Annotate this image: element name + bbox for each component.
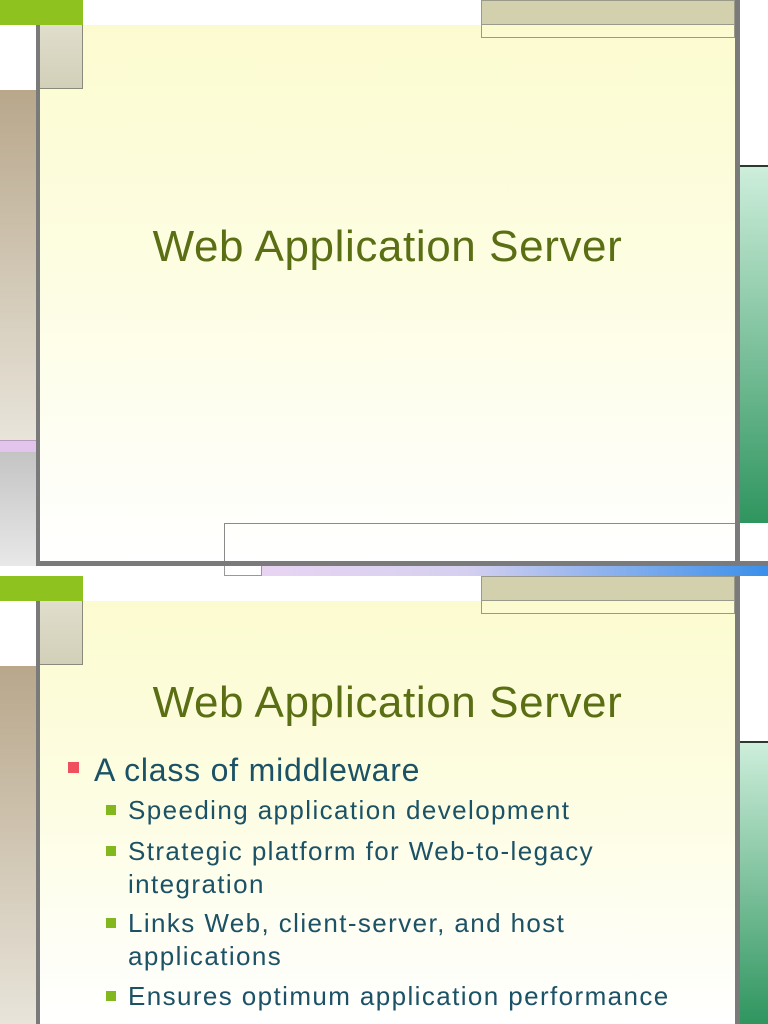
left-accent-grey bbox=[0, 452, 36, 566]
corner-box bbox=[40, 25, 83, 89]
sub-bullet-line: applications bbox=[128, 941, 283, 971]
sub-bullet-item: Ensures optimum application performance bbox=[128, 980, 670, 1013]
top-accent-outline bbox=[481, 25, 735, 38]
slide-1: Web Application Server bbox=[0, 0, 768, 576]
left-divider bbox=[36, 25, 40, 566]
sub-bullet-line: Ensures optimum application performance bbox=[128, 981, 670, 1011]
right-accent-green bbox=[740, 165, 768, 523]
sub-bullet-line: Links Web, client-server, and host bbox=[128, 908, 566, 938]
sub-bullet-item: Links Web, client-server, and host appli… bbox=[128, 907, 565, 973]
sub-bullet-item: Strategic platform for Web-to-legacy int… bbox=[128, 835, 594, 901]
bullet-text: A class of middleware bbox=[94, 752, 421, 788]
top-accent-outline bbox=[481, 601, 735, 614]
left-accent-pink bbox=[0, 440, 36, 452]
corner-box bbox=[40, 601, 83, 665]
bottom-small-box bbox=[224, 566, 262, 576]
left-accent-brown bbox=[0, 90, 36, 440]
sub-bullet-marker-square bbox=[106, 991, 116, 1001]
left-accent-brown bbox=[0, 666, 36, 1024]
document-page: Web Application Server Web Application S… bbox=[0, 0, 768, 1024]
top-accent-green bbox=[0, 0, 83, 25]
top-accent-tan bbox=[481, 576, 735, 601]
slide-title: Web Application Server bbox=[152, 222, 623, 271]
slide-title: Web Application Server bbox=[152, 678, 623, 727]
sub-bullet-marker-square bbox=[106, 846, 116, 856]
sub-bullet-line: integration bbox=[128, 869, 265, 899]
bottom-accent-gradient bbox=[262, 566, 768, 576]
sub-bullet-marker-square bbox=[106, 918, 116, 928]
slide-background bbox=[40, 25, 735, 561]
sub-bullet-marker-square bbox=[106, 805, 116, 815]
bullet-marker-square bbox=[68, 762, 79, 773]
slide-2: Web Application Server A class of middle… bbox=[0, 576, 768, 1024]
sub-bullet-line: Speeding application development bbox=[128, 795, 571, 825]
top-accent-tan bbox=[481, 0, 735, 25]
sub-bullet-line: Strategic platform for Web-to-legacy bbox=[128, 836, 595, 866]
right-accent-green bbox=[740, 741, 768, 1024]
bottom-outline-box bbox=[224, 523, 735, 561]
top-accent-green bbox=[0, 576, 83, 601]
sub-bullet-item: Speeding application development bbox=[128, 794, 570, 827]
